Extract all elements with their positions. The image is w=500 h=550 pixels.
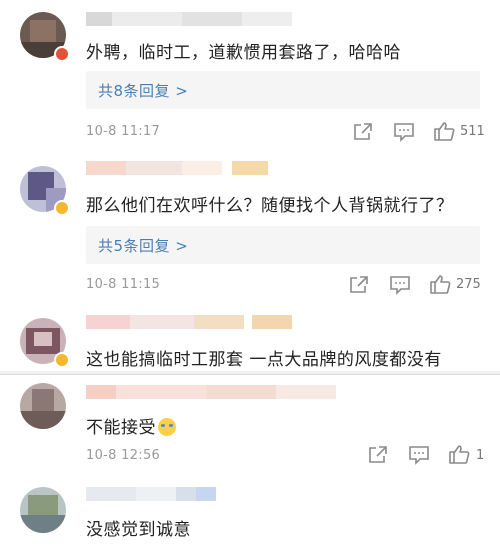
share-icon[interactable] xyxy=(348,275,370,295)
like-count: 275 xyxy=(456,277,481,292)
thumbs-up-icon[interactable] xyxy=(433,121,455,141)
avatar[interactable] xyxy=(20,383,66,429)
comment-text: 没感觉到诚意 xyxy=(86,520,191,540)
share-icon[interactable] xyxy=(352,122,374,142)
verified-badge-icon xyxy=(54,200,70,216)
username-blurred xyxy=(86,487,216,501)
comment-text: 不能接受 xyxy=(86,413,176,438)
crying-face-emoji xyxy=(158,418,176,436)
verified-badge-icon xyxy=(54,46,70,62)
comment-text-content: 不能接受 xyxy=(86,418,156,438)
comment-text: 那么他们在欢呼什么？随便找个人背锅就行了？ xyxy=(86,196,454,216)
thumbs-up-icon[interactable] xyxy=(429,274,451,294)
comment-icon[interactable] xyxy=(389,275,411,295)
comment-text: 这也能搞临时工那套 一点大品牌的风度都没有 xyxy=(86,350,442,370)
like-count: 1 xyxy=(476,448,485,463)
comment-text: 外聘，临时工，道歉惯用套路了，哈哈哈 xyxy=(86,43,401,63)
comment-screen-2: 不能接受 10-8 12:56 1 没感觉到诚意 xyxy=(0,374,500,550)
view-replies-button[interactable]: 共5条回复 > xyxy=(86,226,480,264)
comment-icon[interactable] xyxy=(393,122,415,142)
replies-label: 共5条回复 > xyxy=(98,237,189,255)
username-blurred xyxy=(86,315,292,329)
thumbs-up-icon[interactable] xyxy=(448,444,470,464)
verified-badge-icon xyxy=(54,352,70,368)
comment-icon[interactable] xyxy=(408,445,430,465)
comment-timestamp: 10-8 11:17 xyxy=(86,124,161,139)
username-blurred xyxy=(86,385,336,399)
comment-timestamp: 10-8 12:56 xyxy=(86,448,161,463)
avatar[interactable] xyxy=(20,487,66,533)
like-count: 511 xyxy=(460,124,485,139)
view-replies-button[interactable]: 共8条回复 > xyxy=(86,71,480,109)
comment-timestamp: 10-8 11:15 xyxy=(86,277,161,292)
replies-label: 共8条回复 > xyxy=(98,82,189,100)
username-blurred xyxy=(86,12,292,26)
comment-screen-1: 外聘，临时工，道歉惯用套路了，哈哈哈 共8条回复 > 10-8 11:17 51… xyxy=(0,0,500,372)
share-icon[interactable] xyxy=(367,445,389,465)
username-blurred xyxy=(86,161,268,175)
